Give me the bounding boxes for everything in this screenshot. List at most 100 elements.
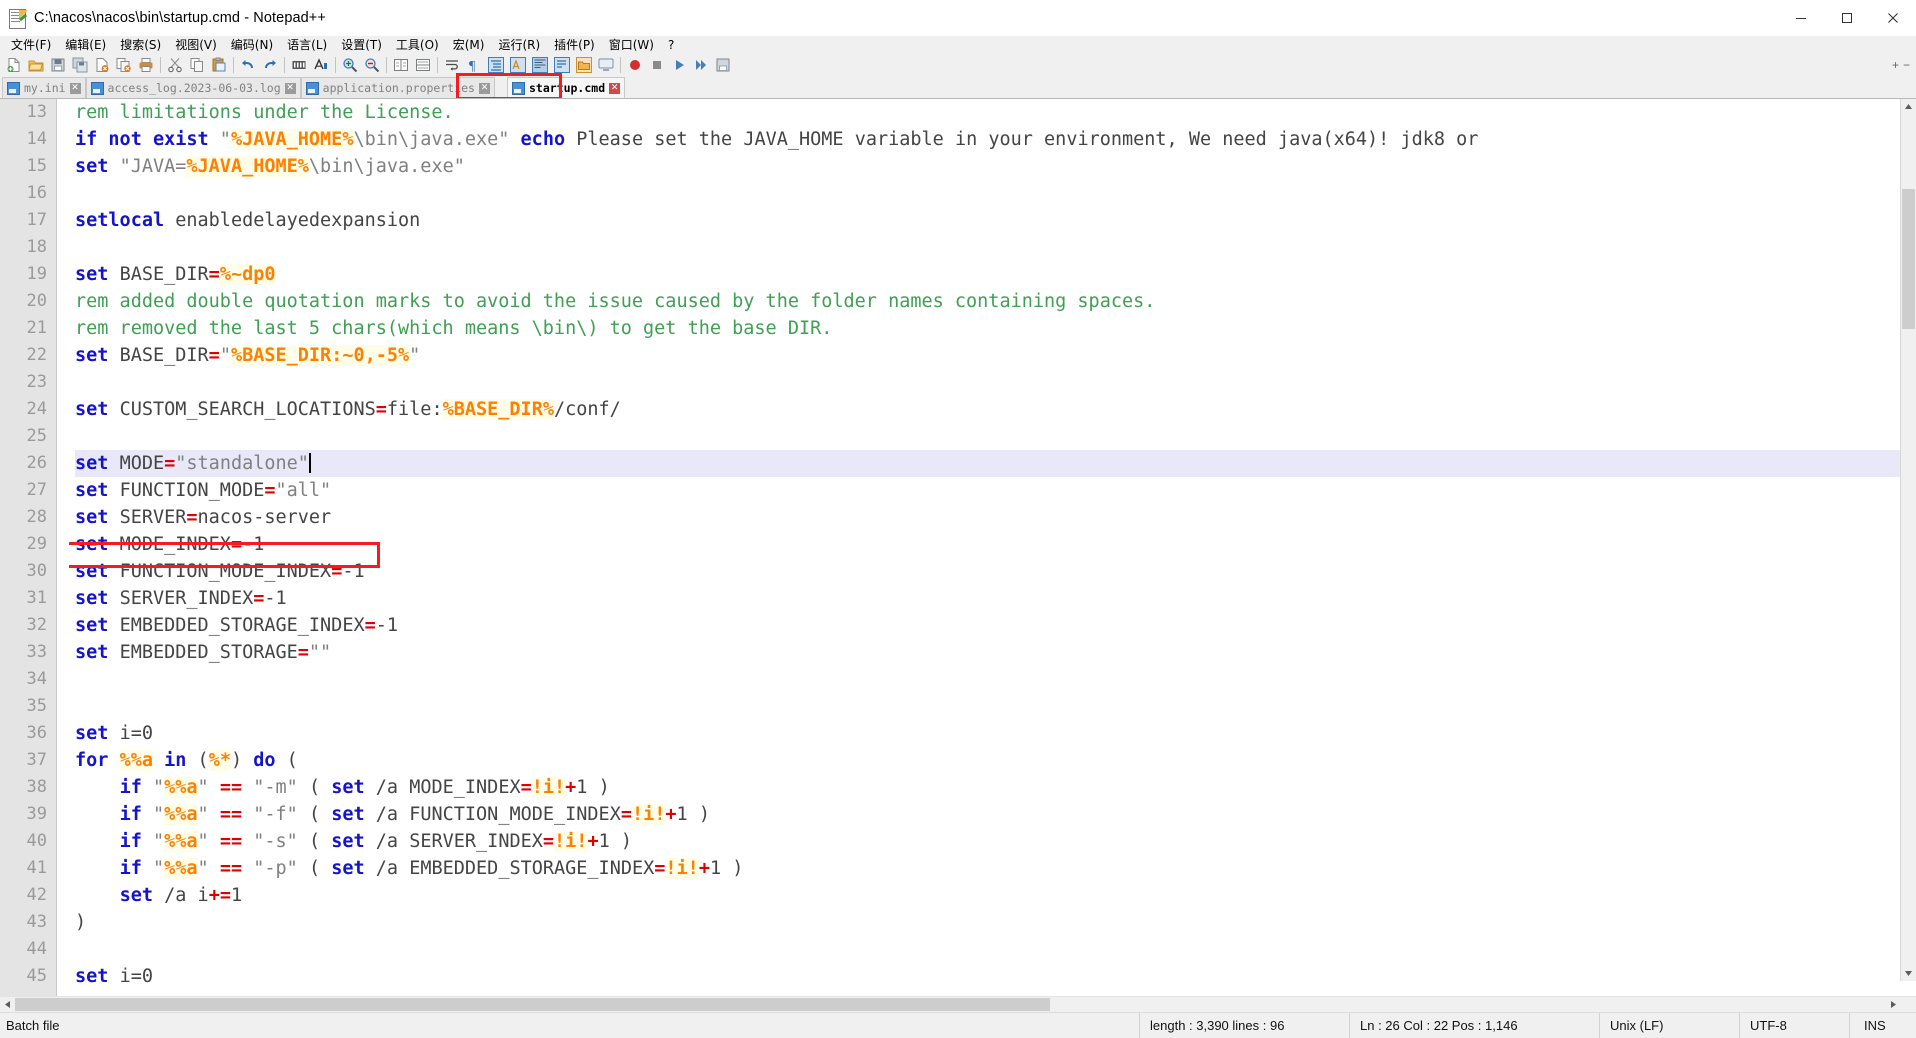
menu-tools[interactable]: 工具(O) xyxy=(389,36,446,54)
code-line[interactable]: if "%%a" == "-m" ( set /a MODE_INDEX=!i!… xyxy=(75,774,1916,801)
code-line[interactable] xyxy=(75,423,1916,450)
code-line[interactable]: set FUNCTION_MODE="all" xyxy=(75,477,1916,504)
tab-my-ini[interactable]: my.ini ✕ xyxy=(2,77,86,98)
code-line[interactable]: set EMBEDDED_STORAGE_INDEX=-1 xyxy=(75,612,1916,639)
function-list-icon[interactable] xyxy=(551,55,573,75)
code-line[interactable]: set SERVER=nacos-server xyxy=(75,504,1916,531)
tab-application-properties[interactable]: application.properties ✕ xyxy=(301,77,495,98)
menu-help[interactable]: ? xyxy=(661,36,681,54)
zoom-minus-label[interactable]: − xyxy=(1903,58,1910,72)
code-line[interactable] xyxy=(75,369,1916,396)
close-file-icon[interactable] xyxy=(91,55,113,75)
code-view[interactable]: rem limitations under the License.if not… xyxy=(69,99,1916,996)
redo-icon[interactable] xyxy=(259,55,281,75)
zoom-out-icon[interactable] xyxy=(361,55,383,75)
code-line[interactable]: set FUNCTION_MODE_INDEX=-1 xyxy=(75,558,1916,585)
minimize-button[interactable] xyxy=(1778,0,1824,36)
code-line[interactable] xyxy=(75,666,1916,693)
menu-macro[interactable]: 宏(M) xyxy=(446,36,492,54)
cut-icon[interactable] xyxy=(164,55,186,75)
zoom-plus-label[interactable]: + xyxy=(1892,58,1899,72)
menu-settings[interactable]: 设置(T) xyxy=(334,36,389,54)
paste-icon[interactable] xyxy=(208,55,230,75)
menu-plugins[interactable]: 插件(P) xyxy=(547,36,602,54)
code-line[interactable] xyxy=(75,234,1916,261)
code-line[interactable]: set MODE_INDEX=-1 xyxy=(75,531,1916,558)
close-icon[interactable]: ✕ xyxy=(70,83,81,94)
code-line[interactable]: set SERVER_INDEX=-1 xyxy=(75,585,1916,612)
close-icon[interactable]: ✕ xyxy=(609,83,620,94)
code-line[interactable]: if not exist "%JAVA_HOME%\bin\java.exe" … xyxy=(75,126,1916,153)
horizontal-scroll-thumb[interactable] xyxy=(15,998,1050,1011)
save-icon[interactable] xyxy=(47,55,69,75)
stop-macro-icon[interactable] xyxy=(646,55,668,75)
new-file-icon[interactable] xyxy=(3,55,25,75)
find-icon[interactable] xyxy=(288,55,310,75)
code-line[interactable]: set /a i+=1 xyxy=(75,882,1916,909)
print-icon[interactable] xyxy=(135,55,157,75)
scroll-left-arrow[interactable] xyxy=(0,997,15,1012)
copy-icon[interactable] xyxy=(186,55,208,75)
zoom-in-icon[interactable] xyxy=(339,55,361,75)
tab-startup-cmd[interactable]: startup.cmd ✕ xyxy=(507,77,625,98)
code-line[interactable]: for %%a in (%*) do ( xyxy=(75,747,1916,774)
close-all-icon[interactable] xyxy=(113,55,135,75)
menu-window[interactable]: 窗口(W) xyxy=(602,36,661,54)
code-line[interactable]: set MODE="standalone" xyxy=(75,450,1916,477)
menu-run[interactable]: 运行(R) xyxy=(491,36,547,54)
close-icon[interactable]: ✕ xyxy=(285,83,296,94)
record-macro-icon[interactable] xyxy=(624,55,646,75)
folder-workspace-icon[interactable] xyxy=(573,55,595,75)
code-line[interactable]: if "%%a" == "-s" ( set /a SERVER_INDEX=!… xyxy=(75,828,1916,855)
code-line[interactable]: set i=0 xyxy=(75,963,1916,990)
sync-vertical-icon[interactable] xyxy=(390,55,412,75)
maximize-button[interactable] xyxy=(1824,0,1870,36)
play-multi-macro-icon[interactable] xyxy=(690,55,712,75)
code-line[interactable] xyxy=(75,936,1916,963)
scroll-up-arrow[interactable] xyxy=(1901,99,1916,114)
play-macro-icon[interactable] xyxy=(668,55,690,75)
scroll-right-arrow[interactable] xyxy=(1886,997,1901,1012)
indent-guide-icon[interactable] xyxy=(485,55,507,75)
tab-access-log[interactable]: access_log.2023-06-03.log ✕ xyxy=(86,77,301,98)
code-line[interactable]: rem limitations under the License. xyxy=(75,99,1916,126)
save-all-icon[interactable] xyxy=(69,55,91,75)
code-line[interactable]: if "%%a" == "-p" ( set /a EMBEDDED_STORA… xyxy=(75,855,1916,882)
code-line[interactable]: set CUSTOM_SEARCH_LOCATIONS=file:%BASE_D… xyxy=(75,396,1916,423)
vertical-scroll-thumb[interactable] xyxy=(1902,189,1915,329)
sync-horizontal-icon[interactable] xyxy=(412,55,434,75)
save-macro-icon[interactable] xyxy=(712,55,734,75)
code-line[interactable]: rem added double quotation marks to avoi… xyxy=(75,288,1916,315)
close-icon[interactable]: ✕ xyxy=(479,83,490,94)
vertical-scrollbar[interactable] xyxy=(1900,99,1916,981)
close-button[interactable] xyxy=(1870,0,1916,36)
undo-icon[interactable] xyxy=(237,55,259,75)
code-line[interactable]: set EMBEDDED_STORAGE="" xyxy=(75,639,1916,666)
menu-edit[interactable]: 编辑(E) xyxy=(58,36,113,54)
scroll-down-arrow[interactable] xyxy=(1901,966,1916,981)
menu-encoding[interactable]: 编码(N) xyxy=(224,36,280,54)
open-file-icon[interactable] xyxy=(25,55,47,75)
code-line[interactable]: if "%%a" == "-f" ( set /a FUNCTION_MODE_… xyxy=(75,801,1916,828)
menu-view[interactable]: 视图(V) xyxy=(168,36,224,54)
show-all-chars-icon[interactable]: ¶ xyxy=(463,55,485,75)
user-language-icon[interactable] xyxy=(507,55,529,75)
code-line[interactable] xyxy=(75,693,1916,720)
code-line[interactable]: set BASE_DIR=%~dp0 xyxy=(75,261,1916,288)
menu-file[interactable]: 文件(F) xyxy=(4,36,58,54)
menu-language[interactable]: 语言(L) xyxy=(280,36,334,54)
menu-search[interactable]: 搜索(S) xyxy=(113,36,168,54)
code-line[interactable]: set i=0 xyxy=(75,720,1916,747)
code-line[interactable]: setlocal enabledelayedexpansion xyxy=(75,207,1916,234)
word-wrap-icon[interactable] xyxy=(441,55,463,75)
horizontal-scroll-track[interactable] xyxy=(15,997,1886,1012)
horizontal-scrollbar[interactable] xyxy=(0,996,1916,1012)
doc-map-icon[interactable] xyxy=(529,55,551,75)
monitor-icon[interactable] xyxy=(595,55,617,75)
code-line[interactable]: set "JAVA=%JAVA_HOME%\bin\java.exe" xyxy=(75,153,1916,180)
code-line[interactable]: rem removed the last 5 chars(which means… xyxy=(75,315,1916,342)
code-line[interactable]: set BASE_DIR="%BASE_DIR:~0,-5%" xyxy=(75,342,1916,369)
code-line[interactable]: ) xyxy=(75,909,1916,936)
replace-icon[interactable] xyxy=(310,55,332,75)
code-line[interactable] xyxy=(75,180,1916,207)
